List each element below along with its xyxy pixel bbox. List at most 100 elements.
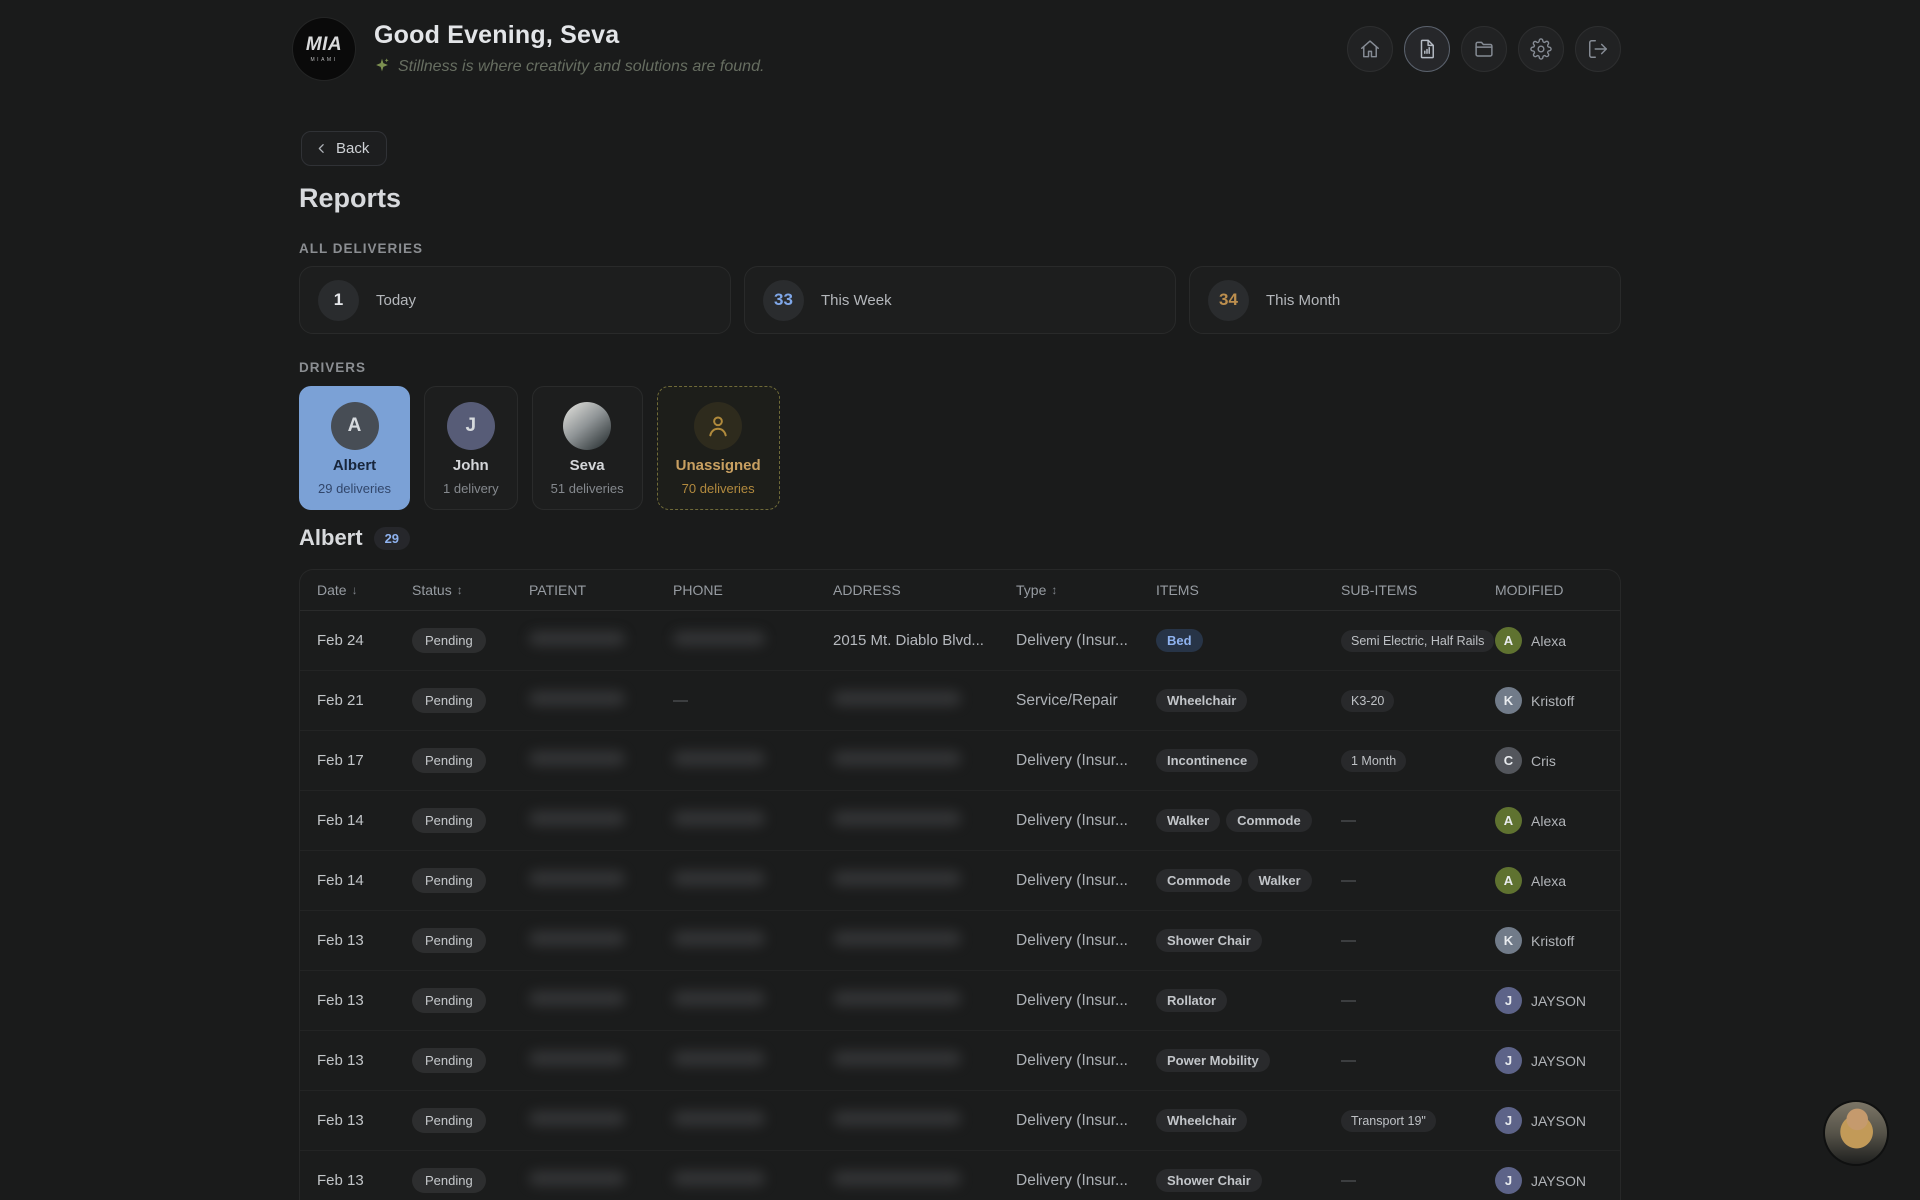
driver-initial-avatar: A <box>331 402 379 450</box>
stat-label: Today <box>376 292 416 309</box>
column-label: Date <box>317 582 347 598</box>
item-tag: Walker <box>1156 809 1220 832</box>
cell-modified: JJAYSON <box>1495 987 1620 1014</box>
driver-card-john[interactable]: JJohn1 delivery <box>424 386 518 510</box>
table-row[interactable]: Feb 17PendingDelivery (Insur...Incontine… <box>300 731 1620 791</box>
status-badge: Pending <box>412 808 486 833</box>
driver-count: 29 deliveries <box>318 481 391 496</box>
item-tag: Rollator <box>1156 989 1227 1012</box>
cell-type: Service/Repair <box>1016 692 1156 710</box>
cell-subitems: — <box>1341 1052 1495 1069</box>
column-header-date[interactable]: Date↓ <box>317 582 412 598</box>
subitem-tag: Semi Electric, Half Rails <box>1341 630 1494 652</box>
patient-redacted-blob <box>529 871 625 886</box>
item-tag: Bed <box>1156 629 1203 652</box>
cell-address <box>833 811 1016 831</box>
cell-subitems: — <box>1341 1172 1495 1189</box>
cell-type: Delivery (Insur... <box>1016 1172 1156 1190</box>
cell-subitems: 1 Month <box>1341 750 1495 772</box>
cell-address <box>833 871 1016 891</box>
table-heading: Albert 29 <box>299 525 410 551</box>
column-header-status[interactable]: Status↕ <box>412 582 529 598</box>
item-tag: Commode <box>1156 869 1242 892</box>
cell-subitems: — <box>1341 992 1495 1009</box>
subitem-dash: — <box>1341 932 1356 949</box>
quote-text: Stillness is where creativity and soluti… <box>398 58 764 76</box>
address-redacted-wrap <box>833 693 961 710</box>
all-deliveries-label: ALL DELIVERIES <box>299 241 423 256</box>
sort-updown-icon: ↕ <box>457 583 463 597</box>
modified-by-avatar: A <box>1495 627 1522 654</box>
nav-button-settings[interactable] <box>1518 26 1564 72</box>
stat-label: This Month <box>1266 292 1340 309</box>
company-logo: MIA MIAMI <box>293 18 355 80</box>
cell-phone <box>673 631 833 651</box>
patient-redacted-wrap <box>529 1173 625 1190</box>
column-header-modified: MODIFIED <box>1495 582 1620 598</box>
greeting-title: Good Evening, Seva <box>374 21 764 50</box>
cell-date: Feb 13 <box>317 1052 412 1069</box>
table-row[interactable]: Feb 13PendingDelivery (Insur...Shower Ch… <box>300 911 1620 971</box>
cell-phone <box>673 871 833 891</box>
cell-status: Pending <box>412 808 529 833</box>
status-badge: Pending <box>412 868 486 893</box>
table-row[interactable]: Feb 14PendingDelivery (Insur...CommodeWa… <box>300 851 1620 911</box>
address-redacted-blob <box>833 991 961 1006</box>
nav-button-files[interactable] <box>1461 26 1507 72</box>
cell-date: Feb 13 <box>317 1172 412 1189</box>
table-count-badge: 29 <box>374 527 410 550</box>
column-header-type[interactable]: Type↕ <box>1016 582 1156 598</box>
stat-cards: 1Today33This Week34This Month <box>299 266 1621 334</box>
cell-status: Pending <box>412 688 529 713</box>
phone-redacted-wrap <box>673 1113 765 1130</box>
table-row[interactable]: Feb 21Pending—Service/RepairWheelchairK3… <box>300 671 1620 731</box>
cell-items: Commode Walker <box>1156 869 1341 892</box>
column-header-items: ITEMS <box>1156 582 1341 598</box>
patient-redacted-wrap <box>529 873 625 890</box>
sort-updown-icon: ↕ <box>1051 583 1057 597</box>
table-row[interactable]: Feb 13PendingDelivery (Insur...Wheelchai… <box>300 1091 1620 1151</box>
table-row[interactable]: Feb 24Pending2015 Mt. Diablo Blvd...Deli… <box>300 611 1620 671</box>
stat-card-today[interactable]: 1Today <box>299 266 731 334</box>
driver-card-albert[interactable]: AAlbert29 deliveries <box>299 386 410 510</box>
subitem-tag: 1 Month <box>1341 750 1406 772</box>
nav-button-logout[interactable] <box>1575 26 1621 72</box>
column-label: SUB-ITEMS <box>1341 582 1417 598</box>
table-row[interactable]: Feb 13PendingDelivery (Insur...Power Mob… <box>300 1031 1620 1091</box>
cell-items: Shower Chair <box>1156 1169 1341 1192</box>
cell-status: Pending <box>412 1108 529 1133</box>
driver-card-seva[interactable]: Seva51 deliveries <box>532 386 643 510</box>
cell-type: Delivery (Insur... <box>1016 812 1156 830</box>
item-tag: Walker <box>1248 869 1312 892</box>
table-row[interactable]: Feb 14PendingDelivery (Insur...WalkerCom… <box>300 791 1620 851</box>
back-button[interactable]: Back <box>301 131 387 166</box>
item-tag: Shower Chair <box>1156 1169 1262 1192</box>
cell-modified: KKristoff <box>1495 687 1620 714</box>
driver-name: John <box>453 457 489 474</box>
address-redacted-blob <box>833 751 961 766</box>
cell-status: Pending <box>412 928 529 953</box>
cell-type: Delivery (Insur... <box>1016 932 1156 950</box>
reports-page: MIA MIAMI Good Evening, Seva Stillness i… <box>0 0 1920 1200</box>
cell-subitems: — <box>1341 812 1495 829</box>
cell-date: Feb 13 <box>317 1112 412 1129</box>
nav-button-reports[interactable] <box>1404 26 1450 72</box>
table-row[interactable]: Feb 13PendingDelivery (Insur...Shower Ch… <box>300 1151 1620 1200</box>
cell-status: Pending <box>412 1048 529 1073</box>
stat-card-this-month[interactable]: 34This Month <box>1189 266 1621 334</box>
driver-card-unassigned[interactable]: Unassigned70 deliveries <box>657 386 780 510</box>
cell-phone <box>673 751 833 771</box>
cell-status: Pending <box>412 868 529 893</box>
table-row[interactable]: Feb 13PendingDelivery (Insur...Rollator—… <box>300 971 1620 1031</box>
status-badge: Pending <box>412 988 486 1013</box>
user-avatar[interactable] <box>1825 1102 1887 1164</box>
cell-type: Delivery (Insur... <box>1016 632 1156 650</box>
cell-patient <box>529 1051 673 1071</box>
cell-type: Delivery (Insur... <box>1016 872 1156 890</box>
deliveries-table: Date↓Status↕PATIENTPHONEADDRESSType↕ITEM… <box>299 569 1621 1200</box>
patient-redacted-blob <box>529 991 625 1006</box>
stat-card-this-week[interactable]: 33This Week <box>744 266 1176 334</box>
nav-button-home[interactable] <box>1347 26 1393 72</box>
patient-redacted-wrap <box>529 753 625 770</box>
back-label: Back <box>336 140 369 157</box>
